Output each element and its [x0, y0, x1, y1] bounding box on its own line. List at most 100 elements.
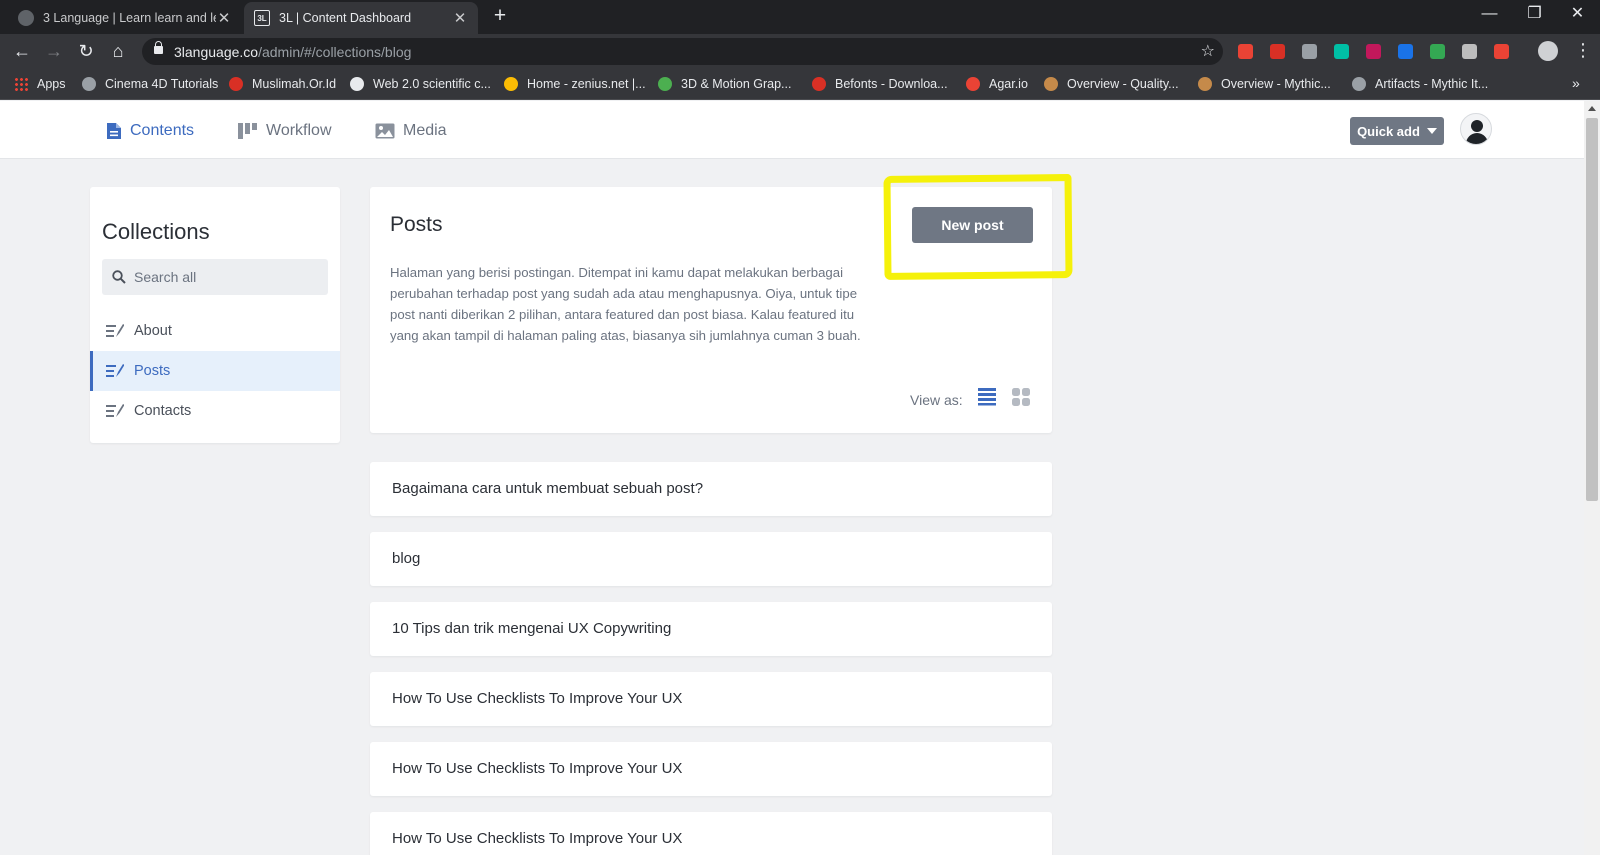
extension-icon[interactable] [1366, 44, 1381, 59]
close-tab-icon[interactable]: ✕ [216, 9, 232, 27]
forward-icon[interactable]: → [42, 39, 66, 63]
extension-icon[interactable] [1430, 44, 1445, 59]
nav-workflow[interactable]: Workflow [238, 120, 332, 142]
bookmark-favicon-icon [229, 77, 243, 91]
new-tab-button[interactable]: + [488, 5, 512, 29]
post-title: How To Use Checklists To Improve Your UX [392, 830, 683, 847]
nav-media[interactable]: Media [375, 120, 447, 142]
back-icon[interactable]: ← [10, 39, 34, 63]
close-tab-icon[interactable]: ✕ [452, 9, 468, 27]
workflow-columns-icon [238, 123, 257, 139]
bookmark-item[interactable]: Agar.io [966, 76, 1028, 92]
post-list-item[interactable]: 10 Tips dan trik mengenai UX Copywriting [370, 602, 1052, 656]
bookmarks-bar: Apps Cinema 4D Tutorials Muslimah.Or.Id … [0, 68, 1600, 100]
address-bar[interactable]: 3language.co/admin/#/collections/blog ☆ [142, 38, 1223, 65]
bookmark-item[interactable]: Overview - Quality... [1044, 76, 1179, 92]
sidebar-item-label: Contacts [134, 403, 192, 419]
document-icon [107, 123, 121, 139]
browser-tab-active[interactable]: 3L 3L | Content Dashboard ✕ [244, 2, 478, 34]
user-avatar[interactable] [1460, 113, 1492, 145]
restore-window-icon[interactable]: ❐ [1512, 0, 1557, 30]
bookmark-favicon-icon [966, 77, 980, 91]
list-view-icon[interactable] [977, 386, 997, 406]
site-favicon: 3L [254, 10, 270, 26]
bookmark-favicon-icon [82, 77, 96, 91]
extension-icon[interactable] [1462, 44, 1477, 59]
bookmark-favicon-icon [1198, 77, 1212, 91]
browser-menu-icon[interactable]: ⋮ [1574, 40, 1592, 61]
tab-title: 3 Language | Learn learn and lear [43, 11, 216, 25]
scroll-up-arrow-icon[interactable] [1588, 106, 1596, 111]
search-icon [112, 270, 126, 284]
home-icon[interactable]: ⌂ [106, 39, 130, 63]
bookmark-favicon-icon [350, 77, 364, 91]
close-window-icon[interactable]: ✕ [1555, 0, 1600, 30]
more-bookmarks-icon[interactable]: » [1572, 75, 1580, 91]
bookmark-item[interactable]: Befonts - Downloa... [812, 76, 948, 92]
extension-icon[interactable] [1494, 44, 1509, 59]
collection-description: Halaman yang berisi postingan. Ditempat … [390, 265, 861, 343]
lock-icon [154, 41, 163, 54]
app-header: Contents Workflow Media Quick add [0, 101, 1584, 159]
apps-grid-icon [14, 77, 28, 91]
nav-contents[interactable]: Contents [106, 120, 194, 142]
post-list-item[interactable]: How To Use Checklists To Improve Your UX [370, 812, 1052, 855]
url-text: 3language.co/admin/#/collections/blog [174, 44, 412, 60]
reload-icon[interactable]: ↻ [74, 39, 98, 63]
nav-workflow-label: Workflow [266, 122, 332, 139]
bookmark-star-icon[interactable]: ☆ [1201, 41, 1215, 61]
quick-add-button[interactable]: Quick add [1350, 117, 1444, 145]
bookmark-item[interactable]: Muslimah.Or.Id [229, 76, 336, 92]
post-list-item[interactable]: How To Use Checklists To Improve Your UX [370, 742, 1052, 796]
page-title: Posts [390, 213, 443, 236]
extension-icon[interactable] [1270, 44, 1285, 59]
bookmark-item[interactable]: Cinema 4D Tutorials [82, 76, 218, 92]
bookmark-item[interactable]: Web 2.0 scientific c... [350, 76, 491, 92]
bookmark-favicon-icon [1352, 77, 1366, 91]
view-as-label: View as: [910, 392, 963, 408]
post-list-item[interactable]: Bagaimana cara untuk membuat sebuah post… [370, 462, 1052, 516]
extension-icon[interactable] [1238, 44, 1253, 59]
minimize-icon[interactable]: — [1467, 0, 1512, 30]
post-title: Bagaimana cara untuk membuat sebuah post… [392, 480, 704, 497]
nav-media-label: Media [403, 122, 447, 139]
extension-icon[interactable] [1334, 44, 1349, 59]
user-icon [1471, 120, 1483, 132]
post-title: 10 Tips dan trik mengenai UX Copywriting [392, 620, 672, 637]
bookmark-favicon-icon [658, 77, 672, 91]
bookmark-favicon-icon [504, 77, 518, 91]
profile-icon[interactable] [1538, 41, 1558, 61]
sidebar-item-about[interactable]: About [90, 311, 340, 351]
extension-icon[interactable] [1398, 44, 1413, 59]
tab-title: 3L | Content Dashboard [279, 11, 412, 25]
sidebar-item-posts[interactable]: Posts [90, 351, 340, 391]
post-title: How To Use Checklists To Improve Your UX [392, 690, 683, 707]
bookmark-item[interactable]: Artifacts - Mythic It... [1352, 76, 1488, 92]
nav-contents-label: Contents [130, 122, 195, 139]
posts-panel: Posts Halaman yang berisi postingan. Dit… [370, 174, 1073, 433]
bookmark-item[interactable]: 3D & Motion Grap... [658, 76, 791, 92]
extension-icon[interactable] [1302, 44, 1317, 59]
post-list-item[interactable]: How To Use Checklists To Improve Your UX [370, 672, 1052, 726]
post-title: How To Use Checklists To Improve Your UX [392, 760, 683, 777]
bookmark-item[interactable]: Home - zenius.net |... [504, 76, 646, 92]
post-list-item[interactable]: blog [370, 532, 1052, 586]
search-input[interactable] [134, 259, 320, 295]
scrollbar-thumb[interactable] [1586, 118, 1598, 501]
post-title: blog [392, 550, 421, 567]
bookmark-favicon-icon [1044, 77, 1058, 91]
quick-add-label: Quick add [1357, 123, 1420, 139]
sidebar-item-contacts[interactable]: Contacts [90, 391, 340, 431]
browser-tab-bar: 3 Language | Learn learn and lear ✕ 3L 3… [0, 0, 1600, 34]
sidebar-item-label: Posts [134, 363, 171, 379]
image-icon [375, 123, 395, 139]
grid-view-icon[interactable] [1011, 387, 1031, 407]
browser-tab[interactable]: 3 Language | Learn learn and lear ✕ [8, 2, 242, 34]
collection-edit-icon [106, 404, 124, 417]
bookmark-favicon-icon [812, 77, 826, 91]
search-box[interactable] [102, 259, 328, 295]
collection-edit-icon [106, 364, 124, 377]
bookmark-apps[interactable]: Apps [14, 76, 66, 92]
highlight-annotation [883, 174, 1073, 280]
bookmark-item[interactable]: Overview - Mythic... [1198, 76, 1331, 92]
